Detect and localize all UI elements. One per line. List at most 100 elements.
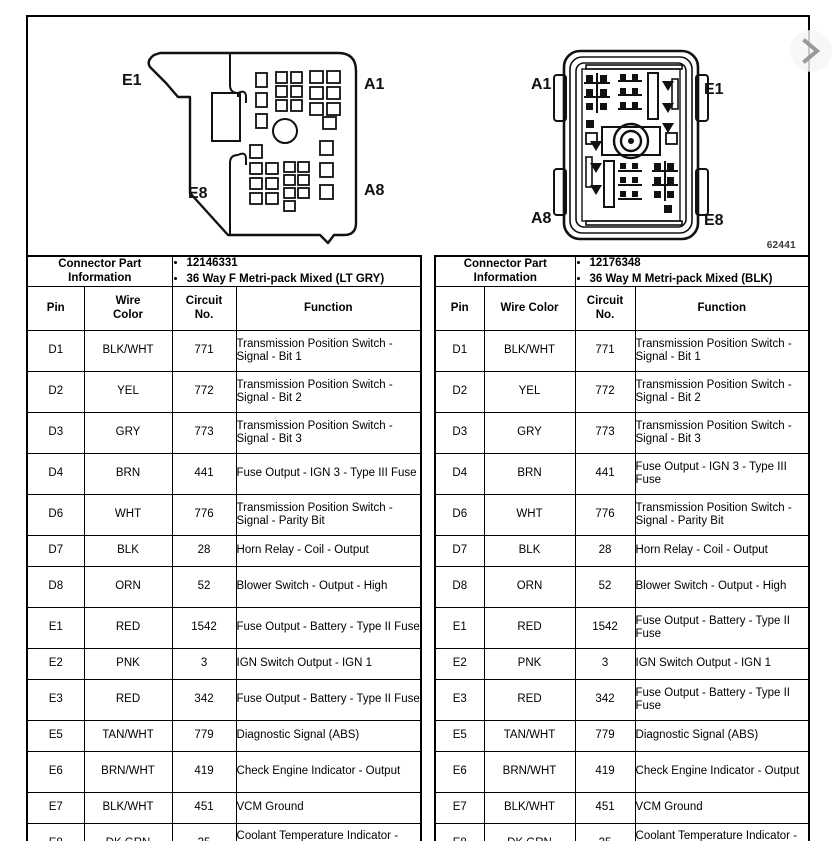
left-cpi-label: Connector Part Information xyxy=(26,255,173,288)
cell-wire-color: BLK xyxy=(483,535,576,568)
table-row: E5 TAN/WHT 779 Diagnostic Signal (ABS) xyxy=(434,720,810,753)
cell-circuit-no: 771 xyxy=(574,330,636,373)
left-table-body: D1 BLK/WHT 771 Transmission Position Switch… xyxy=(26,330,422,841)
right-cpi-value: 12176348 36 Way M Metri-pack Mixed (BLK) xyxy=(574,255,810,288)
cell-circuit-no: 772 xyxy=(574,371,636,414)
cell-function: Fuse Output - IGN 3 - Type III Fuse xyxy=(235,453,422,496)
table-row: E6 BRN/WHT 419 Check Engine Indicator - Out… xyxy=(434,751,810,794)
table-row: D3 GRY 773 Transmission Position Switch - S… xyxy=(434,412,810,455)
cell-function: Blower Switch - Output - High xyxy=(235,566,422,609)
cell-function: Transmission Position Switch - Signal - … xyxy=(235,412,422,455)
right-cpi-label: Connector Part Information xyxy=(434,255,576,288)
table-row: D7 BLK 28 Horn Relay - Coil - Output xyxy=(434,535,810,568)
cell-pin: D1 xyxy=(26,330,85,373)
cell-wire-color: RED xyxy=(483,679,576,722)
cell-wire-color: PNK xyxy=(483,648,576,681)
table-row: D6 WHT 776 Transmission Position Switch - S… xyxy=(26,494,422,537)
cell-function: Horn Relay - Coil - Output xyxy=(235,535,422,568)
right-connector-label-a8: A8 xyxy=(531,210,552,227)
cell-pin: D7 xyxy=(434,535,485,568)
cell-wire-color: BLK/WHT xyxy=(483,792,576,825)
table-row: E8DK GRN35Coolant Temperature Indicator … xyxy=(26,823,422,841)
right-col-circuit-line2: No. xyxy=(595,308,615,321)
cell-function: Check Engine Indicator - Output xyxy=(235,751,422,794)
cell-pin: E2 xyxy=(26,648,85,681)
cell-circuit-no: 451 xyxy=(171,792,237,825)
cell-pin: E8 xyxy=(26,823,85,841)
cell-circuit-no: 342 xyxy=(171,679,237,722)
next-image-button[interactable] xyxy=(790,30,832,72)
female-connector-svg xyxy=(147,51,358,245)
cell-pin: D4 xyxy=(26,453,85,496)
table-row: D7 BLK 28 Horn Relay - Coil - Output xyxy=(26,535,422,568)
table-row: E7 BLK/WHT 451 VCM Ground xyxy=(26,792,422,825)
right-table-body: D1 BLK/WHT 771 Transmission Position Switch… xyxy=(434,330,810,841)
cell-pin: E7 xyxy=(26,792,85,825)
cell-pin: D7 xyxy=(26,535,85,568)
cell-function: Blower Switch - Output - High xyxy=(634,566,810,609)
cell-wire-color: BRN xyxy=(83,453,173,496)
cell-wire-color: BLK xyxy=(83,535,173,568)
table-row: D8 ORN 52 Blower Switch - Output - High xyxy=(434,566,810,609)
left-connector-label-e1: E1 xyxy=(122,72,142,89)
cell-wire-color: DK GRN xyxy=(83,823,173,841)
right-col-circuit-no: Circuit No. xyxy=(574,286,636,332)
cell-pin: D3 xyxy=(434,412,485,455)
left-connector-label-a8: A8 xyxy=(364,182,385,199)
cell-circuit-no: 771 xyxy=(171,330,237,373)
right-cpi-description: 36 Way M Metri-pack Mixed (BLK) xyxy=(590,273,808,287)
male-connector-diagram xyxy=(536,45,726,245)
table-row: E5 TAN/WHT 779 Diagnostic Signal (ABS) xyxy=(26,720,422,753)
cell-circuit-no: 419 xyxy=(574,751,636,794)
cell-function: Transmission Position Switch - Signal - … xyxy=(235,330,422,373)
left-col-pin: Pin xyxy=(26,286,85,332)
table-row: E1 RED 1542 Fuse Output - Battery - Type II… xyxy=(26,607,422,650)
cell-pin: D6 xyxy=(26,494,85,537)
cell-circuit-no: 35 xyxy=(574,823,636,841)
cell-function: IGN Switch Output - IGN 1 xyxy=(235,648,422,681)
cell-pin: E6 xyxy=(434,751,485,794)
cell-pin: D8 xyxy=(26,566,85,609)
table-row: E1 RED 1542 Fuse Output - Battery - Type II… xyxy=(434,607,810,650)
cell-function: Transmission Position Switch - Signal - … xyxy=(634,412,810,455)
table-row: E3 RED 342 Fuse Output - Battery - Type II … xyxy=(26,679,422,722)
cell-pin: E6 xyxy=(26,751,85,794)
cell-wire-color: GRY xyxy=(83,412,173,455)
cell-wire-color: BLK/WHT xyxy=(483,330,576,373)
table-row: E8DK GRN35Coolant Temperature Indicator … xyxy=(434,823,810,841)
cell-circuit-no: 773 xyxy=(171,412,237,455)
table-row: E7 BLK/WHT 451 VCM Ground xyxy=(434,792,810,825)
cell-circuit-no: 3 xyxy=(171,648,237,681)
cell-function: Fuse Output - Battery - Type II Fuse xyxy=(634,679,810,722)
cell-circuit-no: 52 xyxy=(574,566,636,609)
cell-wire-color: BRN xyxy=(483,453,576,496)
cell-pin: E7 xyxy=(434,792,485,825)
cell-circuit-no: 342 xyxy=(574,679,636,722)
cell-function: IGN Switch Output - IGN 1 xyxy=(634,648,810,681)
cell-pin: D4 xyxy=(434,453,485,496)
cell-function: Fuse Output - Battery - Type II Fuse xyxy=(235,607,422,650)
cell-function: Fuse Output - Battery - Type II Fuse xyxy=(235,679,422,722)
cell-circuit-no: 451 xyxy=(574,792,636,825)
pin-tables-container: Connector Part Information 12146331 36 W… xyxy=(26,255,810,841)
cell-wire-color: ORN xyxy=(483,566,576,609)
cell-wire-color: TAN/WHT xyxy=(483,720,576,753)
cell-function: Coolant Temperature Indicator - Output xyxy=(235,823,422,841)
cell-function: Transmission Position Switch - Signal - … xyxy=(235,371,422,414)
cell-pin: E1 xyxy=(434,607,485,650)
table-row: E6 BRN/WHT 419 Check Engine Indicator - Out… xyxy=(26,751,422,794)
cell-function: Coolant Temperature Indicator - Output xyxy=(634,823,810,841)
cell-pin: D2 xyxy=(26,371,85,414)
table-row: D6 WHT 776 Transmission Position Switch - S… xyxy=(434,494,810,537)
table-row: D8 ORN 52 Blower Switch - Output - High xyxy=(26,566,422,609)
right-connector-label-e8: E8 xyxy=(704,212,724,229)
connector-reference-page: E1 A1 E8 A8 A1 E1 A8 E8 62441 Connector … xyxy=(0,0,834,841)
cell-circuit-no: 419 xyxy=(171,751,237,794)
cell-circuit-no: 1542 xyxy=(574,607,636,650)
cell-circuit-no: 28 xyxy=(171,535,237,568)
left-connector-label-a1: A1 xyxy=(364,76,385,93)
cell-function: Check Engine Indicator - Output xyxy=(634,751,810,794)
cell-function: Diagnostic Signal (ABS) xyxy=(634,720,810,753)
cell-function: VCM Ground xyxy=(634,792,810,825)
right-table-header-row: Pin Wire Color Circuit No. Function xyxy=(434,286,810,332)
